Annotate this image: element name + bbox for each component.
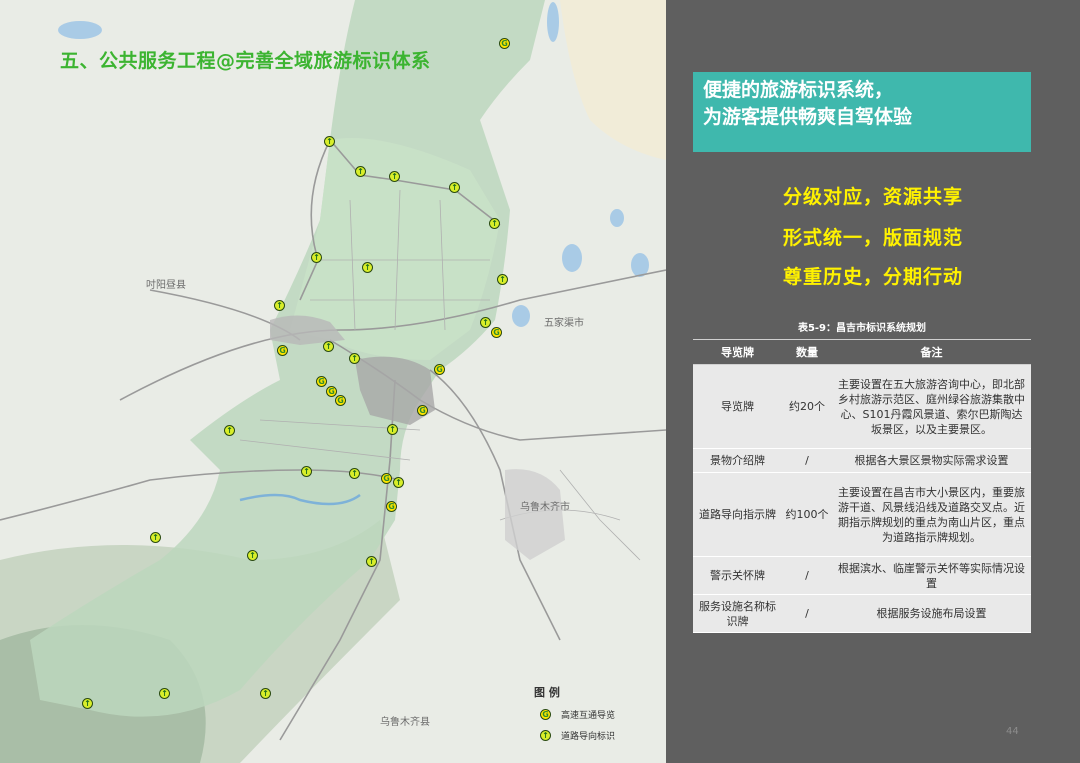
sign-name-cell: 服务设施名称标识牌: [693, 594, 782, 633]
road-direction-marker: ↑: [301, 466, 312, 477]
headline-line-2: 为游客提供畅爽自驾体验: [703, 106, 913, 128]
road-direction-marker: ↑: [274, 300, 285, 311]
info-panel: 便捷的旅游标识系统， 为游客提供畅爽自驾体验 分级对应，资源共享 形式统一，版面…: [666, 0, 1080, 763]
note-cell: 根据滨水、临崖警示关怀等实际情况设置: [832, 556, 1031, 595]
road-direction-marker: ↑: [449, 182, 460, 193]
road-direction-marker: ↑: [324, 136, 335, 147]
road-direction-sign-icon: ↑: [540, 730, 551, 741]
highway-interchange-marker: G: [381, 473, 392, 484]
note-cell: 主要设置在昌吉市大小景区内，重要旅游干道、风景线沿线及道路交叉点。近期指示牌规划…: [832, 472, 1031, 557]
headline-line-1: 便捷的旅游标识系统，: [703, 79, 894, 101]
highway-interchange-marker: G: [326, 386, 337, 397]
sign-name-cell: 道路导向指示牌: [693, 472, 782, 557]
highway-interchange-guide-icon: G: [540, 709, 551, 720]
page-title: 五、公共服务工程@完善全域旅游标识体系: [60, 50, 431, 72]
highway-interchange-marker: G: [386, 501, 397, 512]
table-row: 警示关怀牌 / 根据滨水、临崖警示关怀等实际情况设置: [693, 556, 1031, 595]
road-direction-marker: ↑: [311, 252, 322, 263]
legend-label: 道路导向标识: [561, 732, 616, 742]
road-direction-marker: ↑: [82, 698, 93, 709]
road-direction-marker: ↑: [150, 532, 161, 543]
highway-interchange-marker: G: [434, 364, 445, 375]
road-direction-marker: ↑: [260, 688, 271, 699]
map-graphic: [0, 0, 666, 763]
map-legend: 图 例 G 高速互通导览 ↑ 道路导向标识: [532, 684, 652, 754]
legend-item-road: ↑ 道路导向标识: [532, 729, 652, 742]
place-label-qitai: 吋阳昼县: [146, 280, 186, 291]
road-direction-marker: ↑: [355, 166, 366, 177]
road-direction-marker: ↑: [247, 550, 258, 561]
note-cell: 主要设置在五大旅游咨询中心，即北部乡村旅游示范区、庭州绿谷旅游集散中心、S101…: [832, 364, 1031, 449]
highway-interchange-marker: G: [417, 405, 428, 416]
quantity-cell: 约100个: [782, 472, 832, 557]
sign-name-cell: 警示关怀牌: [693, 556, 782, 595]
place-label-wujiaqu: 五家渠市: [544, 318, 584, 329]
road-direction-marker: ↑: [159, 688, 170, 699]
road-direction-marker: ↑: [362, 262, 373, 273]
sign-name-cell: 景物介绍牌: [693, 448, 782, 473]
signage-plan-table: 导览牌 数量 备注 导览牌 约20个 主要设置在五大旅游咨询中心，即北部乡村旅游…: [693, 339, 1031, 633]
legend-label: 高速互通导览: [561, 711, 616, 721]
road-direction-marker: ↑: [387, 424, 398, 435]
quantity-cell: 约20个: [782, 364, 832, 449]
highway-interchange-marker: G: [491, 327, 502, 338]
road-direction-marker: ↑: [323, 341, 334, 352]
highway-interchange-marker: G: [499, 38, 510, 49]
highway-interchange-marker: G: [316, 376, 327, 387]
place-label-urumqi: 乌鲁木齐市: [520, 502, 570, 513]
page-number: 44: [1006, 726, 1019, 737]
table-row: 景物介绍牌 / 根据各大景区景物实际需求设置: [693, 448, 1031, 473]
column-header-quantity: 数量: [782, 339, 832, 365]
highway-interchange-marker: G: [277, 345, 288, 356]
table-row: 服务设施名称标识牌 / 根据服务设施布局设置: [693, 594, 1031, 633]
note-cell: 根据各大景区景物实际需求设置: [832, 448, 1031, 473]
road-direction-marker: ↑: [393, 477, 404, 488]
quantity-cell: /: [782, 594, 832, 633]
headline-box: 便捷的旅游标识系统， 为游客提供畅爽自驾体验: [693, 72, 1031, 152]
map-panel: 五、公共服务工程@完善全域旅游标识体系 吋阳昼县 五家渠市 乌鲁木齐市 乌鲁木齐…: [0, 0, 666, 763]
slogan-2: 形式统一，版面规范: [782, 227, 963, 249]
highway-interchange-marker: G: [335, 395, 346, 406]
table-row: 导览牌 约20个 主要设置在五大旅游咨询中心，即北部乡村旅游示范区、庭州绿谷旅游…: [693, 364, 1031, 449]
quantity-cell: /: [782, 556, 832, 595]
column-header-sign: 导览牌: [693, 339, 782, 365]
road-direction-marker: ↑: [489, 218, 500, 229]
column-header-note: 备注: [832, 339, 1031, 365]
note-cell: 根据服务设施布局设置: [832, 594, 1031, 633]
quantity-cell: /: [782, 448, 832, 473]
sign-name-cell: 导览牌: [693, 364, 782, 449]
road-direction-marker: ↑: [366, 556, 377, 567]
road-direction-marker: ↑: [389, 171, 400, 182]
place-label-urumqi-county: 乌鲁木齐县: [380, 717, 430, 728]
table-header-row: 导览牌 数量 备注: [693, 339, 1031, 365]
legend-item-highway: G 高速互通导览: [532, 708, 652, 721]
slogan-3: 尊重历史，分期行动: [782, 266, 963, 288]
road-direction-marker: ↑: [349, 468, 360, 479]
table-row: 道路导向指示牌 约100个 主要设置在昌吉市大小景区内，重要旅游干道、风景线沿线…: [693, 472, 1031, 557]
table-caption: 表5-9：昌吉市标识系统规划: [797, 323, 927, 334]
road-direction-marker: ↑: [497, 274, 508, 285]
legend-title: 图 例: [534, 686, 560, 699]
road-direction-marker: ↑: [224, 425, 235, 436]
road-direction-marker: ↑: [349, 353, 360, 364]
road-direction-marker: ↑: [480, 317, 491, 328]
slogan-1: 分级对应，资源共享: [782, 186, 963, 208]
